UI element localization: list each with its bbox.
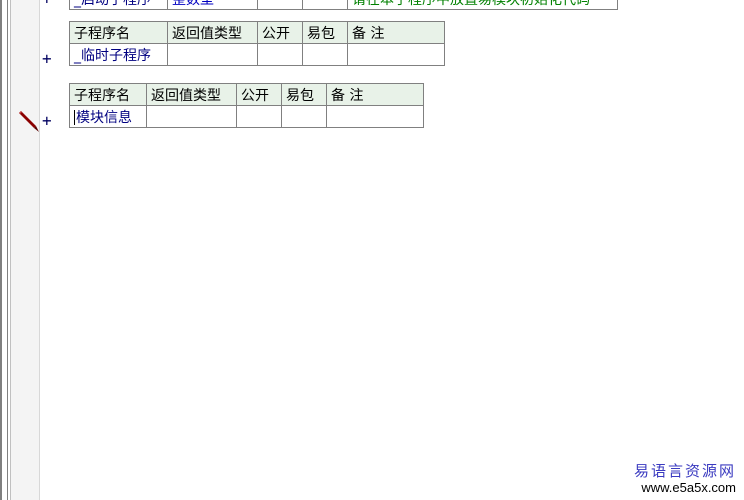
header-public: 公开: [257, 21, 303, 44]
subroutine-name-text: 模块信息: [76, 109, 132, 126]
expand-plus-icon[interactable]: +: [42, 113, 52, 129]
watermark-url: www.e5a5x.com: [641, 480, 736, 495]
public-cell[interactable]: [236, 105, 282, 128]
editor-gutter: [11, 0, 40, 500]
header-package: 易包: [281, 83, 327, 106]
window-border-left: [0, 0, 2, 500]
return-type-cell[interactable]: [167, 43, 258, 66]
table-header-row: 子程序名 返回值类型 公开 易包 备 注: [69, 83, 424, 106]
header-subroutine-name: 子程序名: [69, 83, 147, 106]
text-cursor: [74, 110, 75, 125]
return-type-cell[interactable]: 整数型: [167, 0, 258, 10]
pencil-icon: [19, 111, 39, 132]
table-row: _启动子程序 整数型 请在本子程序中放置易模块初始化代码: [69, 0, 618, 10]
package-cell[interactable]: [302, 43, 348, 66]
header-package: 易包: [302, 21, 348, 44]
expand-plus-icon[interactable]: +: [42, 0, 52, 7]
watermark-title: 易语言资源网: [633, 462, 736, 480]
subroutine-table-top: _启动子程序 整数型 请在本子程序中放置易模块初始化代码: [69, 0, 618, 10]
header-return-type: 返回值类型: [167, 21, 258, 44]
subroutine-table-module-info: 子程序名 返回值类型 公开 易包 备 注 模块信息: [69, 83, 424, 128]
note-cell[interactable]: [326, 105, 424, 128]
header-public: 公开: [236, 83, 282, 106]
subroutine-name-cell[interactable]: 模块信息: [69, 105, 147, 128]
header-return-type: 返回值类型: [146, 83, 237, 106]
header-note: 备 注: [326, 83, 424, 106]
table-row: _临时子程序: [69, 43, 445, 66]
return-type-cell[interactable]: [146, 105, 237, 128]
table-header-row: 子程序名 返回值类型 公开 易包 备 注: [69, 21, 445, 44]
package-cell[interactable]: [281, 105, 327, 128]
subroutine-table-temp: 子程序名 返回值类型 公开 易包 备 注 _临时子程序: [69, 21, 445, 66]
note-cell[interactable]: [347, 43, 445, 66]
public-cell[interactable]: [257, 43, 303, 66]
public-cell[interactable]: [257, 0, 303, 10]
watermark: 易语言资源网 www.e5a5x.com: [634, 462, 736, 496]
subroutine-name-cell[interactable]: _启动子程序: [69, 0, 168, 10]
expand-plus-icon[interactable]: +: [42, 51, 52, 67]
header-subroutine-name: 子程序名: [69, 21, 168, 44]
window-border-inner: [7, 0, 8, 500]
note-cell[interactable]: 请在本子程序中放置易模块初始化代码: [347, 0, 618, 10]
subroutine-name-cell[interactable]: _临时子程序: [69, 43, 168, 66]
table-row: 模块信息: [69, 105, 424, 128]
header-note: 备 注: [347, 21, 445, 44]
package-cell[interactable]: [302, 0, 348, 10]
